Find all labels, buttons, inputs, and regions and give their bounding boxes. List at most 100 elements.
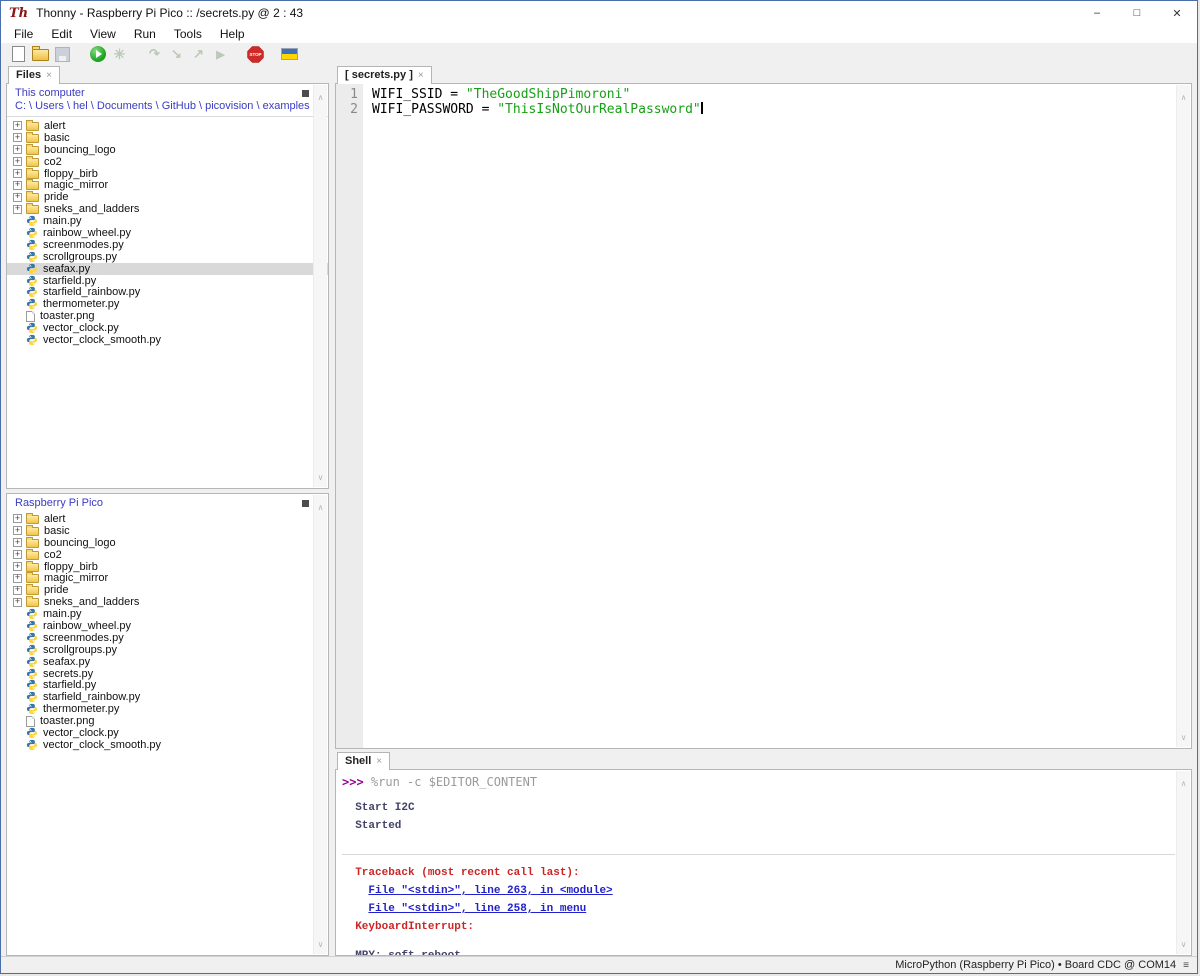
expand-plus-icon[interactable] <box>13 526 22 535</box>
tree-item-screenmodes.py[interactable]: screenmodes.py <box>7 632 328 644</box>
close-button[interactable]: ✕ <box>1157 1 1197 25</box>
pico-scrollbar[interactable] <box>313 495 327 954</box>
files-scrollbar[interactable] <box>313 85 327 487</box>
tree-item-co2[interactable]: co2 <box>7 549 328 561</box>
tree-item-sneks_and_ladders[interactable]: sneks_and_ladders <box>7 203 328 215</box>
shell-scrollbar[interactable] <box>1176 771 1190 954</box>
scroll-down-arrow-icon[interactable] <box>318 934 324 952</box>
scroll-up-arrow-icon[interactable] <box>1181 773 1187 791</box>
debug-script-button[interactable] <box>110 45 129 64</box>
tree-item-vector_clock_smooth.py[interactable]: vector_clock_smooth.py <box>7 739 328 751</box>
step-into-button[interactable] <box>167 45 186 64</box>
tree-item-basic[interactable]: basic <box>7 525 328 537</box>
tree-item-scrollgroups.py[interactable]: scrollgroups.py <box>7 251 328 263</box>
editor-scrollbar[interactable] <box>1176 85 1190 747</box>
tree-item-pride[interactable]: pride <box>7 191 328 203</box>
tree-item-main.py[interactable]: main.py <box>7 215 328 227</box>
scroll-up-arrow-icon[interactable] <box>1181 87 1187 105</box>
menu-file[interactable]: File <box>5 26 42 42</box>
traceback-link[interactable]: File "<stdin>", line 258, in menu <box>368 903 586 915</box>
menu-run[interactable]: Run <box>125 26 165 42</box>
expand-plus-icon[interactable] <box>13 121 22 130</box>
tree-item-sneks_and_ladders[interactable]: sneks_and_ladders <box>7 596 328 608</box>
expand-plus-icon[interactable] <box>13 157 22 166</box>
tree-item-alert[interactable]: alert <box>7 120 328 132</box>
tree-item-thermometer.py[interactable]: thermometer.py <box>7 298 328 310</box>
code-editor[interactable]: 12 WIFI_SSID = "TheGoodShipPimoroni"WIFI… <box>335 83 1192 749</box>
tree-item-basic[interactable]: basic <box>7 132 328 144</box>
tree-item-floppy_birb[interactable]: floppy_birb <box>7 168 328 180</box>
expand-plus-icon[interactable] <box>13 574 22 583</box>
expand-plus-icon[interactable] <box>13 550 22 559</box>
scroll-down-arrow-icon[interactable] <box>318 467 324 485</box>
tree-item-bouncing_logo[interactable]: bouncing_logo <box>7 537 328 549</box>
expand-plus-icon[interactable] <box>13 193 22 202</box>
expand-plus-icon[interactable] <box>13 205 22 214</box>
tree-item-bouncing_logo[interactable]: bouncing_logo <box>7 144 328 156</box>
tree-item-vector_clock_smooth.py[interactable]: vector_clock_smooth.py <box>7 334 328 346</box>
tab-files[interactable]: Files × <box>8 66 60 84</box>
tree-item-starfield_rainbow.py[interactable]: starfield_rainbow.py <box>7 691 328 703</box>
stop-restart-button[interactable]: STOP <box>246 45 265 64</box>
files-tab-close-icon[interactable]: × <box>46 70 52 81</box>
expand-plus-icon[interactable] <box>13 514 22 523</box>
tree-item-thermometer.py[interactable]: thermometer.py <box>7 703 328 715</box>
expand-plus-icon[interactable] <box>13 598 22 607</box>
tree-item-vector_clock.py[interactable]: vector_clock.py <box>7 727 328 739</box>
menu-tools[interactable]: Tools <box>165 26 211 42</box>
pico-header-label[interactable]: Raspberry Pi Pico <box>15 497 302 510</box>
step-out-button[interactable] <box>189 45 208 64</box>
expand-plus-icon[interactable] <box>13 181 22 190</box>
status-menu-icon[interactable]: ≡ <box>1183 960 1189 971</box>
tree-item-main.py[interactable]: main.py <box>7 608 328 620</box>
tree-item-starfield_rainbow.py[interactable]: starfield_rainbow.py <box>7 286 328 298</box>
open-file-button[interactable] <box>31 45 50 64</box>
tree-item-pride[interactable]: pride <box>7 584 328 596</box>
menu-edit[interactable]: Edit <box>42 26 81 42</box>
tree-item-seafax.py[interactable]: seafax.py <box>7 263 328 275</box>
expand-plus-icon[interactable] <box>13 538 22 547</box>
expand-plus-icon[interactable] <box>13 133 22 142</box>
tree-item-starfield.py[interactable]: starfield.py <box>7 275 328 287</box>
tree-item-floppy_birb[interactable]: floppy_birb <box>7 561 328 573</box>
tree-item-scrollgroups.py[interactable]: scrollgroups.py <box>7 644 328 656</box>
tree-item-vector_clock.py[interactable]: vector_clock.py <box>7 322 328 334</box>
ukraine-flag-icon[interactable] <box>281 48 298 60</box>
tab-shell[interactable]: Shell × <box>337 752 390 770</box>
save-file-button[interactable] <box>53 45 72 64</box>
tree-item-rainbow_wheel.py[interactable]: rainbow_wheel.py <box>7 620 328 632</box>
tree-item-magic_mirror[interactable]: magic_mirror <box>7 572 328 584</box>
tree-item-toaster.png[interactable]: toaster.png <box>7 310 328 322</box>
expand-plus-icon[interactable] <box>13 562 22 571</box>
this-computer-label[interactable]: This computer <box>15 87 302 100</box>
shell-tab-close-icon[interactable]: × <box>376 756 382 767</box>
tree-item-starfield.py[interactable]: starfield.py <box>7 679 328 691</box>
code-area[interactable]: WIFI_SSID = "TheGoodShipPimoroni"WIFI_PA… <box>363 84 1191 117</box>
shell-panel[interactable]: >>> %run -c $EDITOR_CONTENT Start I2C St… <box>335 769 1192 956</box>
editor-tab-close-icon[interactable]: × <box>418 70 424 81</box>
traceback-link[interactable]: File "<stdin>", line 263, in <module> <box>368 885 612 897</box>
tree-item-screenmodes.py[interactable]: screenmodes.py <box>7 239 328 251</box>
tree-item-secrets.py[interactable]: secrets.py <box>7 668 328 680</box>
tree-item-co2[interactable]: co2 <box>7 156 328 168</box>
pico-panel-menu-button[interactable] <box>302 500 309 507</box>
tree-item-toaster.png[interactable]: toaster.png <box>7 715 328 727</box>
minimize-button[interactable]: – <box>1077 1 1117 25</box>
tree-item-alert[interactable]: alert <box>7 513 328 525</box>
resume-button[interactable] <box>211 45 230 64</box>
tree-item-magic_mirror[interactable]: magic_mirror <box>7 179 328 191</box>
tree-item-rainbow_wheel.py[interactable]: rainbow_wheel.py <box>7 227 328 239</box>
scroll-up-arrow-icon[interactable] <box>318 87 324 105</box>
step-over-button[interactable] <box>145 45 164 64</box>
expand-plus-icon[interactable] <box>13 169 22 178</box>
backend-status-label[interactable]: MicroPython (Raspberry Pi Pico) • Board … <box>895 959 1176 971</box>
scroll-up-arrow-icon[interactable] <box>318 497 324 515</box>
expand-plus-icon[interactable] <box>13 145 22 154</box>
new-file-button[interactable] <box>9 45 28 64</box>
breadcrumb-path[interactable]: C: \ Users \ hel \ Documents \ GitHub \ … <box>15 100 302 113</box>
scroll-down-arrow-icon[interactable] <box>1181 934 1187 952</box>
maximize-button[interactable]: □ <box>1117 1 1157 25</box>
files-panel-menu-button[interactable] <box>302 90 309 97</box>
tab-editor-secrets[interactable]: [ secrets.py ] × <box>337 66 432 84</box>
menu-help[interactable]: Help <box>211 26 254 42</box>
